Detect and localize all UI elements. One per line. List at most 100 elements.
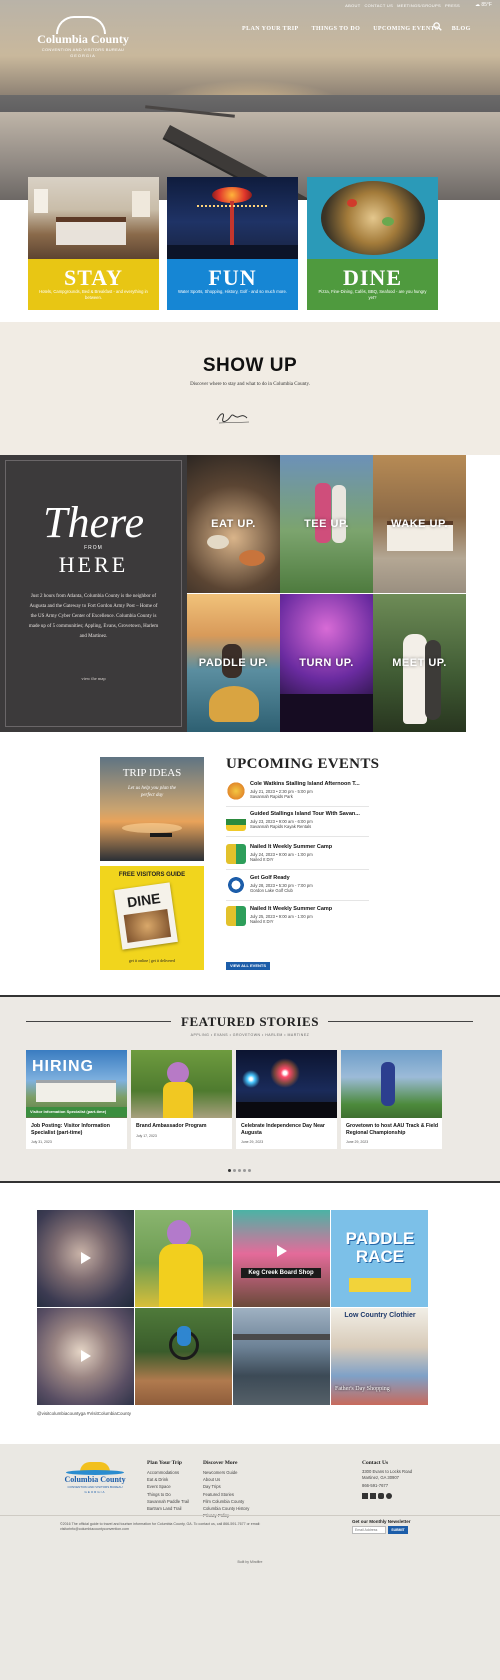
tile-wake-up[interactable]: WAKE UP. [373, 455, 466, 593]
event-thumb [226, 844, 246, 864]
card-title: DINE [342, 265, 402, 290]
copyright-text: ©2016 The official guide to travel and t… [60, 1522, 261, 1531]
footer-logo[interactable]: Columbia County CONVENTION AND VISITORS … [60, 1462, 130, 1498]
nav-blog[interactable]: BLOG [452, 26, 471, 32]
event-item[interactable]: Nailed It Weekly Summer Camp July 25, 20… [226, 906, 369, 932]
event-item[interactable]: Get Golf Ready July 28, 2023 • 5:30 pm -… [226, 875, 369, 901]
event-thumb [226, 781, 246, 801]
instagram-icon[interactable] [378, 1492, 384, 1499]
event-thumb [226, 906, 246, 926]
view-all-events-button[interactable]: VIEW ALL EVENTS [226, 962, 270, 970]
event-item[interactable]: Nailed It Weekly Summer Camp July 24, 20… [226, 844, 369, 870]
footer-link[interactable]: Film Columbia County [203, 1498, 249, 1505]
there-description: Just 2 hours from Atlanta, Columbia Coun… [28, 594, 159, 639]
instagram-post[interactable]: Keg Creek Board Shop [233, 1210, 330, 1307]
footer-contact-column: Contact Us 3300 Evans to Locks Road Mart… [362, 1460, 412, 1499]
view-map-link[interactable]: view the map [0, 676, 187, 681]
top-link-about[interactable]: ABOUT [345, 3, 360, 8]
footer-link[interactable]: About Us [203, 1476, 249, 1483]
footer-link[interactable]: Accommodations [147, 1469, 189, 1476]
phone-link[interactable]: 866-591-7677 [362, 1483, 412, 1489]
visitors-guide-promo[interactable]: FREE VISITORS GUIDE DINE get it online |… [100, 866, 204, 970]
instagram-post[interactable]: Low Country Clothier Father's Day Shoppi… [331, 1308, 428, 1405]
event-thumb [226, 811, 246, 831]
footer-link[interactable]: Newcomers Guide [203, 1469, 249, 1476]
upcoming-events-heading: UPCOMING EVENTS [226, 756, 380, 772]
show-up-section [0, 322, 500, 455]
card-dine[interactable]: DINE Pizza, Fine-Dining, Cafés, BBQ, Sea… [307, 177, 438, 310]
here-title: HERE [58, 552, 129, 577]
tile-turn-up[interactable]: TURN UP. [280, 594, 373, 732]
top-link-press[interactable]: PRESS [445, 3, 460, 8]
carousel-dots[interactable] [228, 1169, 251, 1172]
story-card[interactable]: Celebrate Independence Day Near Augusta … [236, 1050, 337, 1149]
footer-discover-column: Discover More Newcomers Guide About Us D… [203, 1460, 249, 1519]
fun-image [167, 177, 298, 259]
footer-link[interactable]: Things to Do [147, 1491, 189, 1498]
newsletter-label: Get our Monthly Newsletter [352, 1519, 411, 1524]
top-link-meetings[interactable]: MEETINGS/GROUPS [397, 3, 441, 8]
trip-ideas-promo[interactable]: TRIP IDEAS Let us help you plan the perf… [100, 757, 204, 861]
featured-tags[interactable]: APPLING • EVANS • GROVETOWN • HARLEM • M… [0, 1033, 500, 1037]
top-link-contact[interactable]: CONTACT US [364, 3, 393, 8]
weather-readout: ☁ 85°F [474, 2, 492, 8]
card-text: Water Sports, Shopping, History, Golf - … [178, 289, 287, 294]
tile-tee-up[interactable]: TEE UP. [280, 455, 373, 593]
instagram-post[interactable]: PADDLE RACE [331, 1210, 428, 1307]
show-up-heading: SHOW UP [202, 355, 298, 376]
play-icon [81, 1252, 91, 1264]
footer-link[interactable]: Columbia County History [203, 1505, 249, 1512]
story-card[interactable]: HIRING Visitor Information Specialist (p… [26, 1050, 127, 1149]
nav-things-to-do[interactable]: THINGS TO DO [312, 26, 361, 32]
there-title: There [42, 498, 145, 547]
footer-link[interactable]: Savannah Paddle Trail [147, 1498, 189, 1505]
built-by-credit[interactable]: Built by Mindfire [0, 1560, 500, 1564]
event-thumb [226, 875, 246, 895]
twitter-icon[interactable] [370, 1492, 376, 1499]
footer-plan-column: Plan Your Trip Accommodations Eat & Drin… [147, 1460, 190, 1512]
stay-awhile-signature [216, 413, 250, 424]
dine-image [307, 177, 438, 259]
footer-link[interactable]: Event Space [147, 1483, 189, 1490]
nav-plan-your-trip[interactable]: PLAN YOUR TRIP [242, 26, 299, 32]
instagram-post[interactable] [37, 1210, 134, 1307]
footer-link[interactable]: Featured Stories [203, 1491, 249, 1498]
show-up-text: Discover where to stay and what to do in… [190, 382, 310, 387]
newsletter-submit-button[interactable]: SUBMIT [388, 1526, 408, 1534]
featured-heading: FEATURED STORIES [181, 1014, 319, 1029]
footer-link[interactable]: Eat & Drink [147, 1476, 189, 1483]
footer-link[interactable]: Day Trips [203, 1483, 249, 1490]
card-title: STAY [63, 265, 124, 290]
event-item[interactable]: Cole Watkins Stalling Island Afternoon T… [226, 781, 369, 807]
play-icon [277, 1245, 287, 1257]
story-card[interactable]: Brand Ambassador Program July 17, 2023 [131, 1050, 232, 1149]
instagram-post[interactable] [233, 1308, 330, 1405]
from-word: FROM [84, 545, 103, 551]
card-fun[interactable]: FUN Water Sports, Shopping, History, Gol… [167, 177, 298, 310]
card-text: Hotels, Campgrounds, Bed & Breakfast - a… [39, 289, 148, 300]
nav-upcoming-events[interactable]: UPCOMING EVENTS [373, 26, 439, 32]
search-icon[interactable] [433, 22, 442, 31]
newsletter-email-input[interactable] [352, 1526, 386, 1534]
site-logo[interactable]: Columbia County CONVENTION AND VISITORS … [28, 16, 138, 60]
tile-eat-up[interactable]: EAT UP. [187, 455, 280, 593]
tile-paddle-up[interactable]: PADDLE UP. [187, 594, 280, 732]
footer-link[interactable]: Bartram Land Trail [147, 1505, 189, 1512]
pinterest-icon[interactable] [386, 1492, 392, 1499]
instagram-post[interactable] [135, 1210, 232, 1307]
instagram-post[interactable] [135, 1308, 232, 1405]
card-stay[interactable]: STAY Hotels, Campgrounds, Bed & Breakfas… [28, 177, 159, 310]
tile-meet-up[interactable]: MEET UP. [373, 594, 466, 732]
facebook-icon[interactable] [362, 1492, 368, 1499]
story-card[interactable]: Grovetown to host AAU Track & Field Regi… [341, 1050, 442, 1149]
card-text: Pizza, Fine-Dining, Cafés, BBQ, Seafood … [318, 289, 427, 300]
utility-nav: ABOUT CONTACT US MEETINGS/GROUPS PRESS [345, 3, 460, 8]
instagram-post[interactable] [37, 1308, 134, 1405]
social-icons [362, 1492, 412, 1499]
card-title: FUN [208, 265, 257, 290]
stay-image [28, 177, 159, 259]
play-icon [81, 1350, 91, 1362]
instagram-caption[interactable]: @visitcolumbiacountyga #VisitColumbiaCou… [37, 1411, 131, 1416]
guide-links[interactable]: get it online | get it delivered [100, 958, 204, 963]
event-item[interactable]: Guided Stallings Island Tour With Savan.… [226, 811, 369, 837]
